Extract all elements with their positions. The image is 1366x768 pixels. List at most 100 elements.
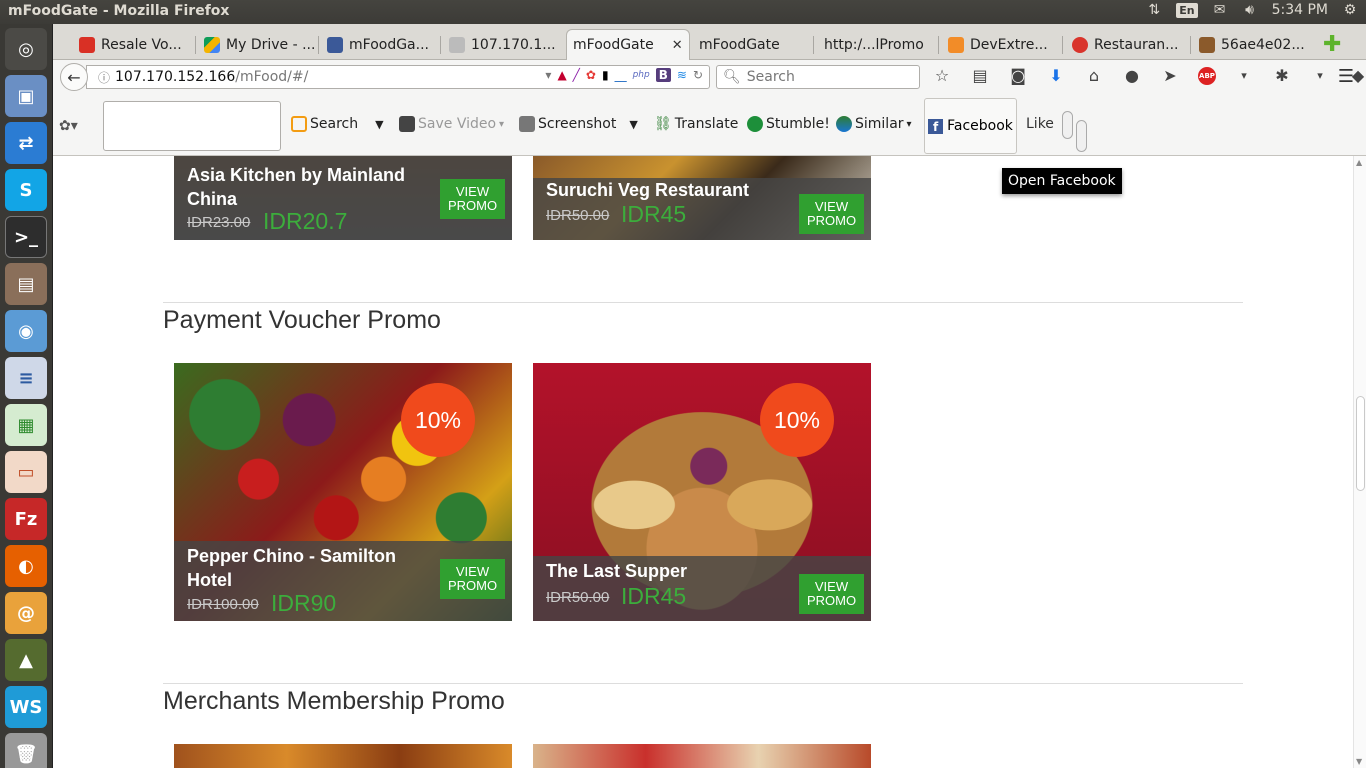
scroll-up-arrow-icon[interactable]: ▲	[1356, 158, 1362, 167]
url-dropdown-icon[interactable]: ▾	[545, 68, 551, 82]
promo-card-asia-kitchen[interactable]: Asia Kitchen by Mainland China IDR23.00 …	[174, 156, 512, 240]
hamburger-menu-icon[interactable]: ☰	[1338, 66, 1354, 87]
tab-mfoodgate-2[interactable]: mFoodGate	[693, 29, 811, 60]
frame-icon[interactable]: ▮	[602, 68, 609, 82]
chat-icon[interactable]: ●	[1122, 66, 1142, 85]
translate-button[interactable]: ⛓ Translate	[654, 116, 738, 132]
save-video-dropdown-icon[interactable]: ▾	[499, 119, 504, 130]
view-promo-button[interactable]: VIEW PROMO	[799, 194, 864, 234]
settings-gear-icon[interactable]: ⚙	[1342, 2, 1358, 18]
filezilla-icon[interactable]: Fz	[5, 498, 47, 540]
tab-mfoodgate-active[interactable]: mFoodGate ✕	[566, 29, 690, 60]
new-tab-plus-icon[interactable]: ✚	[1323, 32, 1341, 57]
ubuntu-dash-icon[interactable]: ◎	[5, 28, 47, 70]
impress-icon[interactable]: ▭	[5, 451, 47, 493]
virtualbox-icon[interactable]: ▣	[5, 75, 47, 117]
feather-icon[interactable]: ╱	[573, 68, 580, 82]
files-icon[interactable]: ▤	[5, 263, 47, 305]
promo-card-restaurant-interior[interactable]	[533, 744, 871, 768]
tab-promo-url[interactable]: http:/...lPromo	[818, 29, 936, 60]
search-bar[interactable]: 🔍︎ Search	[716, 65, 920, 89]
tab-image-file[interactable]: 56ae4e02...	[1193, 29, 1311, 60]
view-promo-button[interactable]: VIEW PROMO	[799, 574, 864, 614]
send-icon[interactable]: ➤	[1160, 66, 1180, 85]
like-scroller-left[interactable]	[1062, 111, 1073, 139]
addon-logo-icon[interactable]: ✿▾	[59, 118, 78, 134]
volume-icon[interactable]: 🔊︎	[1242, 2, 1258, 18]
tab-resale-vouchers[interactable]: Resale Vo...	[73, 29, 193, 60]
swirl-app-icon[interactable]: @	[5, 592, 47, 634]
promo-card-suruchi[interactable]: Suruchi Veg Restaurant IDR50.00 IDR45 VI…	[533, 156, 871, 240]
bookmark-star-icon[interactable]: ☆	[932, 66, 952, 85]
trash-icon[interactable]: 🗑︎	[5, 733, 47, 768]
facebook-icon: f	[928, 118, 944, 134]
section-divider	[163, 302, 1243, 303]
screenshot-dropdown-icon[interactable]: ▼	[629, 118, 637, 131]
similar-dropdown-icon[interactable]: ▾	[907, 119, 912, 130]
like-scroller-right[interactable]	[1076, 120, 1087, 152]
tab-my-drive[interactable]: My Drive - ...	[198, 29, 316, 60]
wave-icon[interactable]: ≋	[677, 68, 687, 82]
chromium-icon[interactable]: ◉	[5, 310, 47, 352]
new-price: IDR45	[621, 583, 687, 609]
bookmarks-list-icon[interactable]: ▤	[970, 66, 990, 85]
restaurant-icon	[1072, 36, 1088, 53]
teamviewer-icon[interactable]: ⇄	[5, 122, 47, 164]
facebook-button[interactable]: f Facebook	[924, 98, 1017, 154]
site-info-icon[interactable]: ⓘ	[93, 69, 115, 86]
address-bar[interactable]: ⓘ 107.170.152.166/mFood/#/ ▾ ▲ ╱ ✿ ▮ __ …	[86, 65, 710, 89]
colorzilla-icon[interactable]: ✿	[586, 68, 596, 82]
like-label[interactable]: Like	[1026, 116, 1054, 132]
old-price: IDR50.00	[546, 589, 610, 606]
network-icon[interactable]: ⇅	[1146, 2, 1162, 18]
dropdown-icon-2[interactable]: ▾	[1310, 69, 1330, 82]
page-scrollbar[interactable]: ▲ ▼	[1353, 156, 1366, 768]
section-title-payment-voucher: Payment Voucher Promo	[163, 306, 441, 334]
terminal-icon[interactable]: >_	[5, 216, 47, 258]
scroll-down-arrow-icon[interactable]: ▼	[1356, 757, 1362, 766]
similar-button[interactable]: Similar ▾	[836, 116, 912, 132]
firefox-icon[interactable]: ◐	[5, 545, 47, 587]
tab-ip-address[interactable]: 107.170.1...	[443, 29, 561, 60]
navigation-toolbar: ⓘ 107.170.152.166/mFood/#/ ▾ ▲ ╱ ✿ ▮ __ …	[53, 60, 1366, 96]
tab-mfoodgate-1[interactable]: mFoodGa...	[321, 29, 436, 60]
reload-icon[interactable]: ↻	[693, 68, 703, 82]
addon-search-button[interactable]: Search ▼	[291, 116, 384, 132]
adblock-plus-icon[interactable]: ABP	[1198, 66, 1216, 85]
new-price: IDR20.7	[263, 208, 348, 234]
scrollbar-thumb[interactable]	[1356, 396, 1365, 491]
view-promo-button[interactable]: VIEW PROMO	[440, 559, 505, 599]
tab-restaurant[interactable]: Restauran...	[1066, 29, 1188, 60]
software-updater-icon[interactable]: ▲	[5, 639, 47, 681]
bootstrap-icon[interactable]: B	[655, 68, 671, 82]
pocket-icon[interactable]: ◙	[1008, 66, 1028, 85]
skype-icon[interactable]: S	[5, 169, 47, 211]
view-promo-button[interactable]: VIEW PROMO	[440, 179, 505, 219]
home-icon[interactable]: ⌂	[1084, 66, 1104, 85]
search-input-placeholder: Search	[746, 69, 795, 85]
save-video-button[interactable]: Save Video ▾	[399, 116, 504, 132]
search-dropdown-icon[interactable]: ▼	[375, 118, 383, 131]
underline-icon[interactable]: __	[615, 68, 627, 82]
bug-icon[interactable]: ✱	[1272, 66, 1292, 85]
php-icon[interactable]: php	[633, 70, 650, 80]
stumble-button[interactable]: Stumble!	[747, 116, 830, 132]
calc-icon[interactable]: ▦	[5, 404, 47, 446]
addon-search-input[interactable]	[103, 101, 281, 151]
promo-card-last-supper[interactable]: 10% The Last Supper IDR50.00 IDR45 VIEW P…	[533, 363, 871, 621]
close-tab-icon[interactable]: ✕	[672, 38, 683, 53]
mail-icon[interactable]: ✉	[1212, 2, 1228, 18]
angular-icon[interactable]: ▲	[557, 68, 566, 82]
downloads-icon[interactable]: ⬇	[1046, 66, 1066, 85]
new-price: IDR90	[271, 590, 337, 616]
screenshot-button[interactable]: Screenshot ▼	[519, 116, 638, 132]
dropdown-icon[interactable]: ▾	[1234, 69, 1254, 82]
tab-devextreme[interactable]: DevExtre...	[942, 29, 1060, 60]
promo-card-burger[interactable]	[174, 744, 512, 768]
promo-card-pepper-chino[interactable]: 10% Pepper Chino - Samilton Hotel IDR100…	[174, 363, 512, 621]
writer-icon[interactable]: ≡	[5, 357, 47, 399]
clock[interactable]: 5:34 PM	[1272, 2, 1328, 18]
webstorm-icon[interactable]: WS	[5, 686, 47, 728]
keyboard-language-indicator[interactable]: En	[1176, 2, 1198, 18]
back-button[interactable]: ←	[60, 63, 88, 91]
